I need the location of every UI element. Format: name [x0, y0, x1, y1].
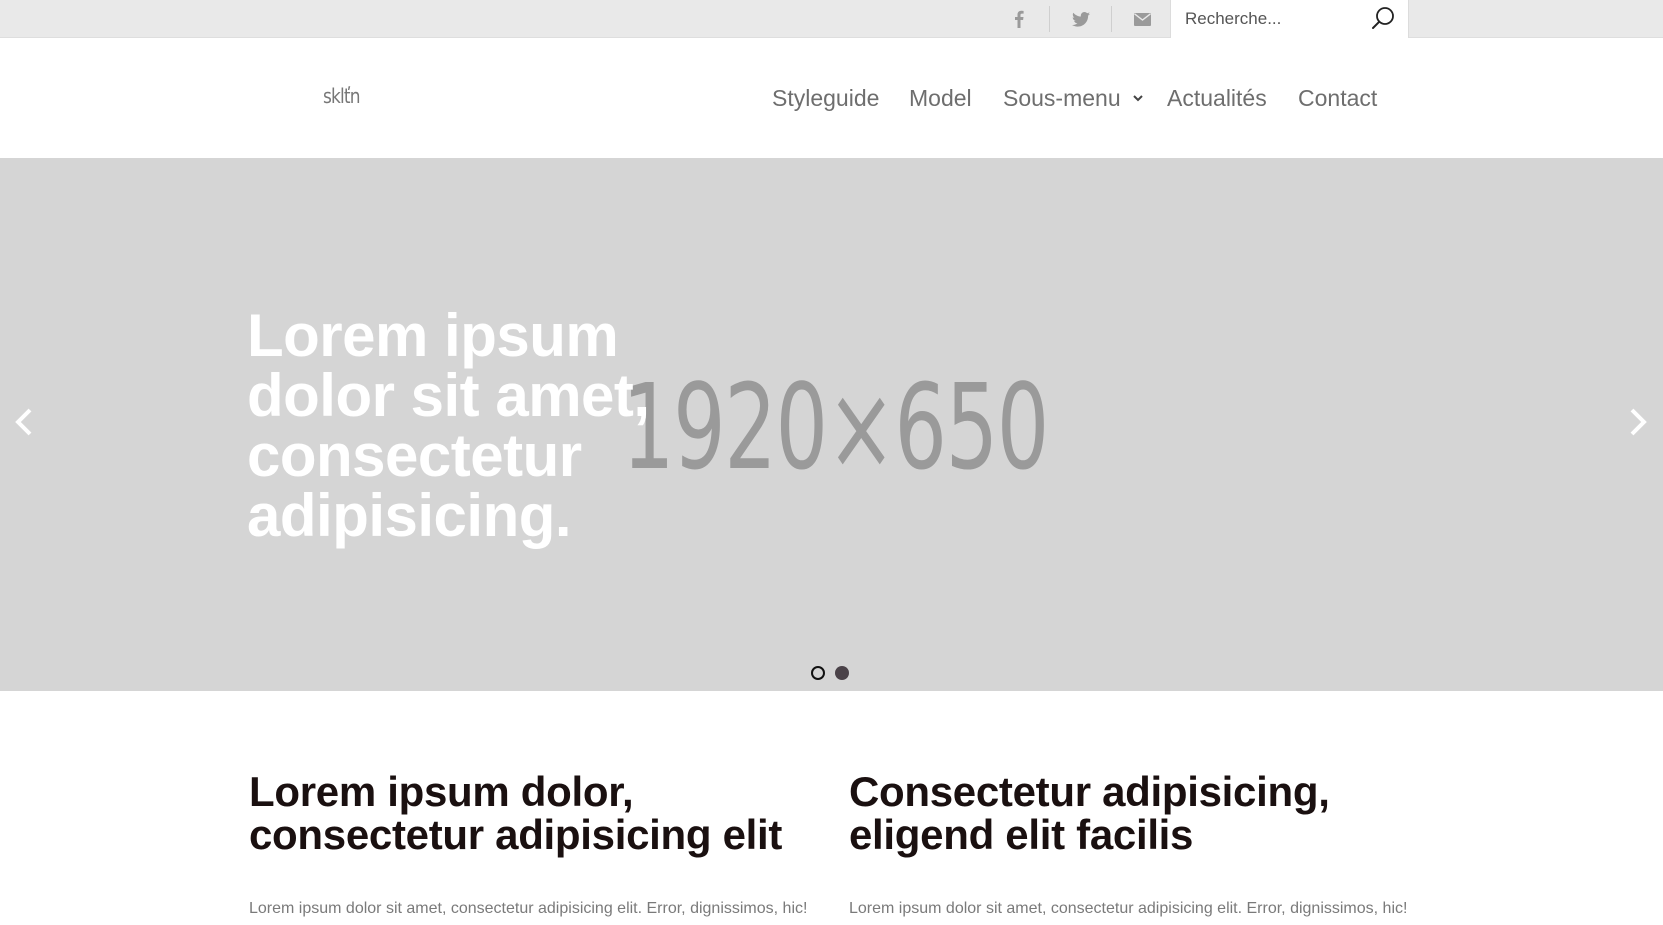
column-heading: Lorem ipsum dolor, consectetur adipisici… [249, 768, 783, 858]
chevron-down-icon[interactable] [1132, 91, 1144, 103]
hero-title: Lorem ipsum dolor sit amet, consectetur … [247, 302, 650, 549]
twitter-icon[interactable] [1050, 0, 1111, 38]
nav-item-actualites[interactable]: Actualités [1167, 85, 1267, 112]
slider-dot-active[interactable] [835, 666, 849, 680]
hero-slider: 1920×650 Lorem ipsum dolor sit amet, con… [0, 158, 1663, 691]
content-column: Lorem ipsum dolor, consectetur adipisici… [249, 770, 809, 918]
content-column: Consectetur adipisicing, eligend elit fa… [849, 770, 1409, 918]
column-text: Lorem ipsum dolor sit amet, consectetur … [849, 900, 1408, 917]
nav-item-sous-menu[interactable]: Sous-menu [1003, 85, 1121, 112]
site-header: sklťn Styleguide Model Sous-menu Actuali… [0, 38, 1663, 158]
nav-item-contact[interactable]: Contact [1298, 85, 1377, 112]
nav-item-styleguide[interactable]: Styleguide [772, 85, 879, 112]
main-nav: Styleguide Model Sous-menu Actualités Co… [0, 81, 1663, 115]
search-box [1170, 0, 1409, 38]
chevron-left-icon[interactable] [10, 404, 38, 440]
facebook-icon[interactable] [988, 0, 1049, 38]
nav-item-model[interactable]: Model [909, 85, 972, 112]
search-input[interactable] [1185, 5, 1365, 33]
top-utility-bar [0, 0, 1663, 38]
column-heading: Consectetur adipisicing, eligend elit fa… [849, 768, 1330, 858]
chevron-right-icon[interactable] [1624, 404, 1652, 440]
email-icon[interactable] [1112, 0, 1173, 38]
slider-pagination [0, 666, 1663, 680]
slider-dot[interactable] [811, 666, 825, 680]
social-links [988, 0, 1173, 38]
column-text: Lorem ipsum dolor sit amet, consectetur … [249, 900, 808, 917]
search-icon[interactable] [1370, 6, 1396, 32]
